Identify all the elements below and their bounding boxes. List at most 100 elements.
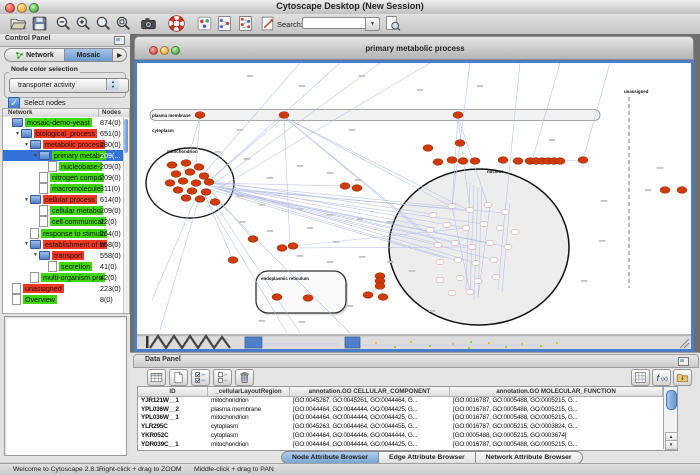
search-input[interactable]	[302, 17, 367, 29]
network-window-clipped-strip	[137, 334, 691, 349]
tree-row[interactable]: nitrogen compo209(0)	[3, 172, 129, 183]
tree-row-count: 8(0)	[100, 295, 113, 304]
scroll-down-icon[interactable]: ▼	[665, 440, 678, 450]
tree-row[interactable]: unassigned223(0)	[3, 283, 129, 294]
snapshot-icon[interactable]	[140, 15, 157, 32]
doc-icon	[39, 172, 48, 183]
tree-row[interactable]: Overview 8(0)	[3, 294, 129, 305]
table-row[interactable]: YDR039C__1mitochondrion[GO:0044464, GO:0…	[138, 440, 663, 449]
tree-expand-icon[interactable]: ▼	[32, 153, 39, 159]
help-icon[interactable]	[168, 15, 185, 32]
new-attribute-icon[interactable]	[169, 369, 188, 386]
table-row[interactable]: YLR295Ccytoplasm[GO:0045263, GO:0044464,…	[138, 422, 663, 431]
tree-row-count: 209(0)	[100, 206, 121, 215]
data-panel: Data Panel f(x) ID_cellularLayoutRegiona…	[130, 352, 700, 464]
table-row[interactable]: YKR052Ccytoplasm[GO:0044464, GO:0044446,…	[138, 431, 663, 440]
layout-icon-2[interactable]	[237, 15, 254, 32]
tree-expand-icon[interactable]: ▼	[23, 142, 30, 148]
tree-row-label[interactable]: cell communicat	[50, 217, 106, 226]
tree-row-label[interactable]: mosaic-demo-yeast	[25, 118, 92, 127]
tree-row[interactable]: ▼metabolic process280(0)	[3, 139, 129, 150]
tree-row-label[interactable]: establishment of lo	[43, 240, 107, 249]
tree-row[interactable]: response to stimulu264(0)	[3, 228, 129, 239]
table-row[interactable]: YJR121W__1mitochondrion[GO:0045267, GO:0…	[138, 396, 663, 405]
matrix-icon[interactable]	[631, 369, 650, 386]
tree-row-label[interactable]: biological_process	[34, 129, 97, 138]
tree-row-label[interactable]: macromolecule	[50, 184, 103, 193]
network-canvas[interactable]: plasma membranecytoplasmmitochondrionnuc…	[137, 63, 691, 334]
tree-row-label[interactable]: cellular process	[43, 195, 97, 204]
table-scrollbar[interactable]: ▲ ▼	[663, 387, 677, 449]
save-session-icon[interactable]	[31, 15, 48, 32]
column-header[interactable]: annotation.GO CELLULAR_COMPONENT	[290, 387, 450, 396]
tree-scrollbar-thumb[interactable]	[124, 119, 128, 153]
table-scrollbar-thumb[interactable]	[666, 390, 677, 410]
tree-row[interactable]: mosaic-demo-yeast874(0)	[3, 117, 129, 128]
network-view-window[interactable]: primary metabolic process plasma membran…	[134, 36, 694, 352]
column-header[interactable]: _cellularLayoutRegion	[208, 387, 290, 396]
tree-row-label[interactable]: multi-organism pro	[41, 273, 105, 282]
folder-icon	[30, 140, 41, 149]
column-header[interactable]: ID	[138, 387, 208, 396]
tree-row[interactable]: ▼cellular process614(0)	[3, 194, 129, 205]
select-attributes-icon[interactable]	[191, 369, 210, 386]
network-window-title: primary metabolic process	[135, 44, 695, 53]
data-panel-header[interactable]: Data Panel	[133, 354, 699, 368]
tree-row-label[interactable]: cellular metabo	[50, 206, 103, 215]
tree-row[interactable]: cellular metabo209(0)	[3, 205, 129, 216]
tree-row[interactable]: ▼biological_process651(0)	[3, 128, 129, 139]
tree-row-label[interactable]: Overview	[23, 295, 57, 304]
tree-col-nodes: Nodes	[102, 109, 121, 116]
tree-row[interactable]: ▼establishment of lo558(0)	[3, 239, 129, 250]
doc-icon	[30, 228, 39, 239]
vizmapper-icon[interactable]	[196, 15, 213, 32]
dropdown-arrows-icon[interactable]: ▲▼	[106, 79, 119, 90]
tree-expand-icon[interactable]: ▼	[14, 131, 21, 137]
search-dropdown-icon[interactable]: ▼	[365, 17, 380, 31]
float-panel-icon[interactable]	[114, 36, 125, 45]
table-row[interactable]: YPL036W__1mitochondrion[GO:0044464, GO:0…	[138, 414, 663, 423]
formula-builder-icon[interactable]: f(x)	[652, 369, 671, 386]
tree-row-label[interactable]: unassigned	[23, 284, 64, 293]
tree-row[interactable]: ▼transport558(0)	[3, 250, 129, 261]
delete-attribute-icon[interactable]	[235, 369, 254, 386]
open-file-icon[interactable]	[10, 15, 27, 32]
zoom-selected-icon[interactable]	[115, 15, 132, 32]
advanced-search-icon[interactable]	[384, 15, 401, 32]
tree-row[interactable]: secretion41(0)	[3, 261, 129, 272]
tab-network[interactable]: Network	[4, 48, 65, 62]
tree-row[interactable]: macromolecule311(0)	[3, 183, 129, 194]
birds-eye-view[interactable]	[4, 316, 127, 456]
annotation-icon[interactable]	[259, 15, 276, 32]
attribute-table-icon[interactable]	[147, 369, 166, 386]
zoom-out-icon[interactable]	[55, 15, 72, 32]
folder-icon	[39, 151, 50, 160]
tree-row[interactable]: nucleobase-209(0)	[3, 161, 129, 172]
tree-row[interactable]: cell communicat22(0)	[3, 216, 129, 227]
table-row[interactable]: YPL036W__2plasma membrane[GO:0044464, GO…	[138, 405, 663, 414]
network-window-titlebar[interactable]: primary metabolic process	[134, 36, 694, 60]
layout-icon-1[interactable]	[216, 15, 233, 32]
tree-row-label[interactable]: nucleobase-	[59, 162, 102, 171]
tree-row-label[interactable]: transport	[52, 251, 84, 260]
tree-expand-icon[interactable]: ▼	[23, 197, 30, 203]
tree-row-label[interactable]: metabolic process	[43, 140, 105, 149]
column-header[interactable]: annotation.GO MOLECULAR_FUNCTION	[450, 387, 663, 396]
tree-row-label[interactable]: nitrogen compo	[50, 173, 104, 182]
tree-expand-icon[interactable]: ▼	[32, 252, 39, 258]
column-divider[interactable]	[98, 109, 99, 117]
tree-row[interactable]: multi-organism pro42(0)	[3, 272, 129, 283]
zoom-fit-icon[interactable]	[95, 15, 112, 32]
zoom-in-icon[interactable]	[75, 15, 92, 32]
tree-row-label[interactable]: response to stimulu	[41, 229, 107, 238]
unselect-attributes-icon[interactable]	[213, 369, 232, 386]
tree-row-label[interactable]: secretion	[59, 262, 92, 271]
tree-row-label[interactable]: primary metabo	[52, 151, 106, 160]
tree-row[interactable]: ▼primary metabo209(...	[3, 150, 129, 161]
tab-mosaic[interactable]: Mosaic	[65, 48, 113, 62]
tree-scrollbar[interactable]	[123, 117, 129, 313]
import-folder-icon[interactable]	[673, 369, 692, 386]
tab-overflow-arrow[interactable]: ▶	[113, 48, 127, 62]
float-data-panel-icon[interactable]	[678, 357, 689, 366]
tree-expand-icon[interactable]: ▼	[23, 241, 30, 247]
